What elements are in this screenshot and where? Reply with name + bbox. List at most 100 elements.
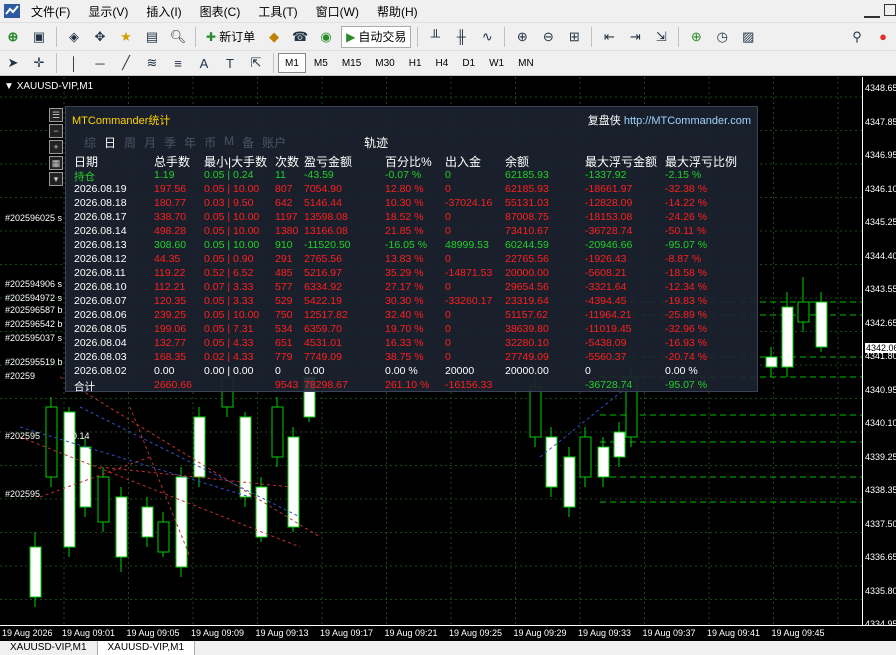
order-marker-label[interactable]: #202596542 b bbox=[5, 319, 63, 329]
favorites-icon[interactable]: ★ bbox=[115, 26, 137, 48]
tile-windows-icon[interactable]: ⊞ bbox=[563, 26, 585, 48]
period-tab[interactable]: 综 bbox=[84, 134, 96, 151]
periods-icon[interactable]: ◷ bbox=[711, 26, 733, 48]
panel-collapse-icon[interactable]: ▾ bbox=[49, 172, 63, 186]
table-row[interactable]: 2026.08.05 199.06 0.05 | 7.31 534 6359.70 19.… bbox=[74, 323, 754, 337]
table-row[interactable]: 2026.08.02 0.00 0.00 | 0.00 0 0.00 0.00 % 2000… bbox=[74, 365, 754, 379]
chart-tab[interactable]: XAUUSD-VIP,M1 bbox=[0, 641, 98, 655]
table-row[interactable]: 2026.08.12 44.35 0.05 | 0.90 291 2765.56 13.8… bbox=[74, 253, 754, 267]
order-marker-label[interactable]: #202595037 s bbox=[5, 333, 62, 343]
navigator-icon[interactable]: ▤ bbox=[141, 26, 163, 48]
autoscroll-icon[interactable]: ⇤ bbox=[598, 26, 620, 48]
table-row[interactable]: 2026.08.07 120.35 0.05 | 3.33 529 5422.19 30.… bbox=[74, 295, 754, 309]
table-row[interactable]: 2026.08.18 180.77 0.03 | 9.50 642 5146.44 10.… bbox=[74, 197, 754, 211]
zoom-out-icon[interactable]: ⊖ bbox=[537, 26, 559, 48]
vertical-line-icon[interactable]: │ bbox=[63, 52, 85, 74]
table-row[interactable]: 2026.08.03 168.35 0.02 | 4.33 779 7749.09 38.… bbox=[74, 351, 754, 365]
trendline-icon[interactable]: ╱ bbox=[115, 52, 137, 74]
horizontal-line-icon[interactable]: ─ bbox=[89, 52, 111, 74]
order-marker-label[interactable]: 1 bbox=[84, 489, 89, 499]
menu-item[interactable]: 工具(T) bbox=[249, 3, 306, 20]
line-chart-icon[interactable]: ∿ bbox=[476, 26, 498, 48]
table-row[interactable]: 2026.08.11 119.22 0.52 | 6.52 485 5216.97 35.… bbox=[74, 267, 754, 281]
period-tab[interactable]: 年 bbox=[184, 134, 196, 151]
chart-shift-icon[interactable]: ⇥ bbox=[624, 26, 646, 48]
period-tab[interactable]: 月 bbox=[144, 134, 156, 151]
table-row[interactable]: 2026.08.10 112.21 0.07 | 3.33 577 6334.92 27.… bbox=[74, 281, 754, 295]
period-separators-icon[interactable]: ⇲ bbox=[650, 26, 672, 48]
order-marker-label[interactable]: 0.14 bbox=[72, 431, 90, 441]
track-tab[interactable]: 轨迹 bbox=[364, 134, 388, 151]
price-axis[interactable]: 4348.65 4347.85 4346.95 4346.10 4345.25 4344.… bbox=[862, 77, 896, 629]
panel-grid-icon[interactable]: ▦ bbox=[49, 156, 63, 170]
order-marker-label[interactable]: #202596025 s bbox=[5, 213, 62, 223]
timeframe-m15-button[interactable]: M15 bbox=[336, 53, 367, 73]
period-tab[interactable]: 备 bbox=[242, 134, 254, 151]
cursor-icon[interactable]: ➤ bbox=[2, 52, 24, 74]
templates-icon[interactable]: ▨ bbox=[737, 26, 759, 48]
indicators-icon[interactable]: ⊕ bbox=[685, 26, 707, 48]
timeframe-mn-button[interactable]: MN bbox=[512, 53, 540, 73]
timeframe-m30-button[interactable]: M30 bbox=[369, 53, 400, 73]
period-tab[interactable]: 季 bbox=[164, 134, 176, 151]
order-marker-label[interactable]: #202595519 b bbox=[5, 357, 63, 367]
crosshair-move-icon[interactable]: ✥ bbox=[89, 26, 111, 48]
panel-menu-icon[interactable]: ☰ bbox=[49, 108, 63, 122]
notifications-icon[interactable]: ● bbox=[872, 26, 894, 48]
table-row[interactable]: 2026.08.06 239.25 0.05 | 10.00 750 12517.82 3… bbox=[74, 309, 754, 323]
menu-item[interactable]: 插入(I) bbox=[137, 3, 190, 20]
strategy-tester-icon[interactable]: 🔍︎ bbox=[167, 26, 189, 48]
period-tab[interactable]: 账户 bbox=[262, 134, 286, 151]
timeframe-h1-button[interactable]: H1 bbox=[403, 53, 428, 73]
brand-url[interactable]: http://MTCommander.com bbox=[624, 115, 751, 127]
timeframe-h4-button[interactable]: H4 bbox=[430, 53, 455, 73]
period-tab[interactable]: 日 bbox=[104, 134, 116, 151]
new-order-button[interactable]: ✚ 新订单 bbox=[202, 26, 259, 48]
menu-item[interactable]: 窗口(W) bbox=[307, 3, 368, 20]
order-marker-label[interactable]: #202594972 s bbox=[5, 293, 62, 303]
minimize-icon[interactable] bbox=[864, 2, 880, 18]
table-row[interactable]: 2026.08.14 498.28 0.05 | 10.00 1380 13166.08… bbox=[74, 225, 754, 239]
new-chart-icon[interactable]: ⊕ bbox=[2, 26, 24, 48]
search-icon[interactable]: ⚲ bbox=[846, 26, 868, 48]
order-marker-label[interactable]: #202596587 b bbox=[5, 305, 63, 315]
crosshair-icon[interactable]: ✛ bbox=[28, 52, 50, 74]
market-watch-icon[interactable]: ◈ bbox=[63, 26, 85, 48]
time-axis[interactable]: 19 Aug 2026 19 Aug 09:01 19 Aug 09:05 19 Au… bbox=[0, 625, 896, 641]
period-tab[interactable]: M bbox=[224, 134, 234, 151]
period-tab[interactable]: 周 bbox=[124, 134, 136, 151]
bar-chart-icon[interactable]: ╨ bbox=[424, 26, 446, 48]
signals-icon[interactable]: ☎ bbox=[289, 26, 311, 48]
arrows-icon[interactable]: ⇱ bbox=[245, 52, 267, 74]
order-marker-label[interactable]: #202595 bbox=[5, 489, 40, 499]
text-label-icon[interactable]: T bbox=[219, 52, 241, 74]
metaeditor-icon[interactable]: ◆ bbox=[263, 26, 285, 48]
order-marker-label[interactable]: #202594906 s bbox=[5, 279, 62, 289]
table-row[interactable]: 2026.08.04 132.77 0.05 | 4.33 651 4531.01 16.… bbox=[74, 337, 754, 351]
order-marker-label[interactable]: #202595 bbox=[5, 431, 40, 441]
table-row[interactable]: 2026.08.19 197.56 0.05 | 10.00 807 7054.90 12… bbox=[74, 183, 754, 197]
equidistant-channel-icon[interactable]: ≋ bbox=[141, 52, 163, 74]
restore-icon[interactable] bbox=[884, 4, 896, 16]
candlestick-icon[interactable]: ╫ bbox=[450, 26, 472, 48]
panel-plus-icon[interactable]: + bbox=[49, 140, 63, 154]
timeframe-w1-button[interactable]: W1 bbox=[483, 53, 510, 73]
text-icon[interactable]: A bbox=[193, 52, 215, 74]
menu-item[interactable]: 帮助(H) bbox=[368, 3, 427, 20]
order-marker-label[interactable]: #20259 bbox=[5, 371, 35, 381]
period-tab[interactable]: 币 bbox=[204, 134, 216, 151]
zoom-in-icon[interactable]: ⊕ bbox=[511, 26, 533, 48]
table-row[interactable]: 持仓 1.19 0.05 | 0.24 11 -43.59 -0.07 % 0 62185.9… bbox=[74, 169, 754, 183]
table-row[interactable]: 2026.08.17 338.70 0.05 | 10.00 1197 13598.08… bbox=[74, 211, 754, 225]
menu-item[interactable]: 文件(F) bbox=[22, 3, 79, 20]
menu-item[interactable]: 图表(C) bbox=[191, 3, 250, 20]
table-row[interactable]: 2026.08.13 308.60 0.05 | 10.00 910 -11520.50… bbox=[74, 239, 754, 253]
auto-trading-button[interactable]: ▶ 自动交易 bbox=[341, 25, 412, 48]
fibonacci-icon[interactable]: ≡ bbox=[167, 52, 189, 74]
community-icon[interactable]: ◉ bbox=[315, 26, 337, 48]
timeframe-m1-button[interactable]: M1 bbox=[278, 53, 306, 73]
profiles-icon[interactable]: ▣ bbox=[28, 26, 50, 48]
chart-tab-active[interactable]: XAUUSD-VIP,M1 bbox=[97, 641, 196, 655]
timeframe-m5-button[interactable]: M5 bbox=[308, 53, 334, 73]
menu-item[interactable]: 显示(V) bbox=[79, 3, 137, 20]
